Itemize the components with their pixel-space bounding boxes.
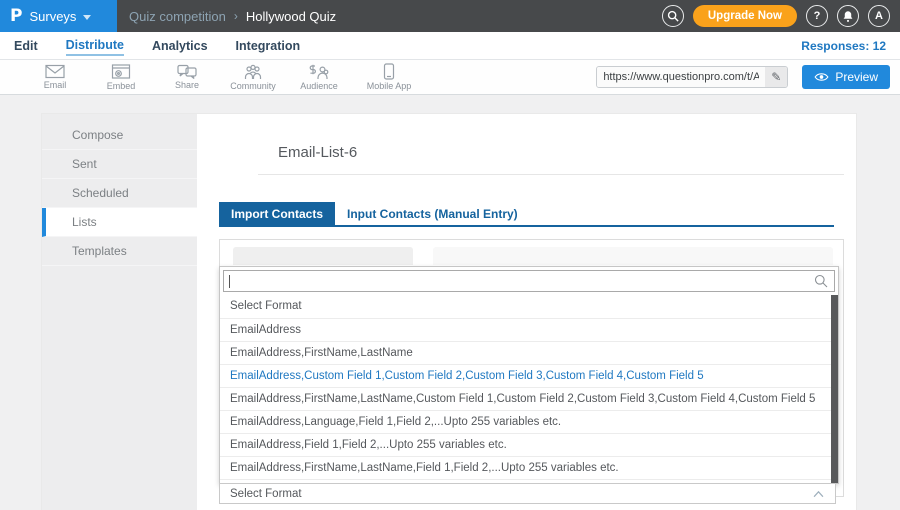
upgrade-now-button[interactable]: Upgrade Now bbox=[693, 5, 797, 27]
format-option[interactable]: EmailAddress,Field 1,Field 2,...Upto 255… bbox=[220, 433, 838, 456]
contacts-tab-bar: Import Contacts Input Contacts (Manual E… bbox=[219, 202, 834, 227]
format-option-highlighted[interactable]: EmailAddress,Custom Field 1,Custom Field… bbox=[220, 364, 838, 387]
responses-count[interactable]: Responses: 12 bbox=[801, 39, 886, 53]
import-subtab-right[interactable] bbox=[433, 247, 833, 265]
eye-icon bbox=[814, 72, 829, 82]
sidebar-item-lists[interactable]: Lists bbox=[42, 208, 197, 237]
toolbar-item-audience[interactable]: Audience bbox=[286, 64, 352, 91]
list-detail-content: Email-List-6 Import Contacts Input Conta… bbox=[197, 114, 856, 510]
nav-tab-distribute[interactable]: Distribute bbox=[66, 36, 124, 56]
breadcrumb-parent[interactable]: Quiz competition bbox=[129, 9, 226, 24]
toolbar-item-community[interactable]: Community bbox=[220, 64, 286, 91]
nav-tab-edit[interactable]: Edit bbox=[14, 37, 38, 55]
survey-nav: Edit Distribute Analytics Integration Re… bbox=[0, 32, 900, 60]
distribute-toolbar: Email Embed Share Community Audience Mob… bbox=[0, 60, 900, 95]
tab-import-contacts[interactable]: Import Contacts bbox=[219, 202, 335, 225]
survey-url-input[interactable] bbox=[597, 67, 765, 87]
surveys-product-menu[interactable]: P Surveys bbox=[0, 0, 117, 32]
questionpro-logo: P bbox=[10, 6, 22, 26]
scrollbar-thumb[interactable] bbox=[831, 295, 838, 484]
breadcrumb-current: Hollywood Quiz bbox=[246, 9, 336, 24]
toolbar-item-mobile-app[interactable]: Mobile App bbox=[352, 63, 426, 91]
sidebar-item-templates[interactable]: Templates bbox=[42, 237, 197, 266]
dropdown-search-input[interactable] bbox=[230, 275, 814, 287]
survey-url-field: ✎ bbox=[596, 66, 788, 88]
breadcrumb-separator: › bbox=[234, 9, 238, 23]
search-button[interactable] bbox=[662, 5, 684, 27]
select-format-control[interactable]: Select Format bbox=[219, 483, 836, 504]
product-name: Surveys bbox=[29, 9, 76, 24]
pencil-icon: ✎ bbox=[771, 70, 781, 84]
nav-tab-analytics[interactable]: Analytics bbox=[152, 37, 208, 55]
help-button[interactable]: ? bbox=[806, 5, 828, 27]
toolbar-item-label: Mobile App bbox=[367, 81, 412, 91]
page-body: Compose Sent Scheduled Lists Templates E… bbox=[0, 96, 900, 510]
list-header: Email-List-6 bbox=[258, 114, 844, 175]
chevron-up-icon bbox=[812, 490, 825, 498]
toolbar-item-label: Community bbox=[230, 81, 276, 91]
format-option[interactable]: EmailAddress,Language,Field 1,Field 2,..… bbox=[220, 410, 838, 433]
email-icon bbox=[45, 64, 65, 79]
format-option[interactable]: EmailAddress,FirstName,LastName bbox=[220, 341, 838, 364]
audience-icon bbox=[309, 64, 329, 80]
select-format-value: Select Format bbox=[220, 488, 812, 500]
edit-url-button[interactable]: ✎ bbox=[765, 67, 787, 87]
toolbar-item-email[interactable]: Email bbox=[22, 64, 88, 90]
format-option[interactable]: EmailAddress bbox=[220, 318, 838, 341]
question-mark-icon: ? bbox=[814, 10, 821, 22]
dropdown-search-box bbox=[223, 270, 835, 292]
top-bar: P Surveys Quiz competition › Hollywood Q… bbox=[0, 0, 900, 32]
avatar-initial: A bbox=[875, 10, 883, 22]
nav-tab-integration[interactable]: Integration bbox=[236, 37, 301, 55]
lists-card: Compose Sent Scheduled Lists Templates E… bbox=[41, 113, 857, 510]
toolbar-item-share[interactable]: Share bbox=[154, 64, 220, 90]
community-icon bbox=[243, 64, 263, 80]
format-dropdown-panel: Select Format EmailAddress EmailAddress,… bbox=[219, 266, 839, 484]
chevron-down-icon bbox=[83, 15, 91, 20]
toolbar-right: ✎ Preview bbox=[596, 65, 890, 89]
bell-icon bbox=[842, 10, 854, 23]
search-icon bbox=[814, 274, 828, 288]
format-options-list: Select Format EmailAddress EmailAddress,… bbox=[220, 295, 838, 484]
toolbar-item-embed[interactable]: Embed bbox=[88, 64, 154, 91]
tab-input-contacts-manual[interactable]: Input Contacts (Manual Entry) bbox=[335, 202, 530, 225]
app-window: P Surveys Quiz competition › Hollywood Q… bbox=[0, 0, 900, 510]
mobile-app-icon bbox=[383, 63, 395, 80]
format-option[interactable]: EmailAddress,FirstName,LastName,Field 1,… bbox=[220, 456, 838, 479]
email-sidebar: Compose Sent Scheduled Lists Templates bbox=[42, 114, 197, 510]
format-option[interactable]: Select Format bbox=[220, 295, 838, 318]
toolbar-item-label: Audience bbox=[300, 81, 338, 91]
sidebar-item-compose[interactable]: Compose bbox=[42, 121, 197, 150]
breadcrumb: Quiz competition › Hollywood Quiz bbox=[129, 9, 336, 24]
embed-icon bbox=[111, 64, 131, 80]
account-avatar[interactable]: A bbox=[868, 5, 890, 27]
page-title: Email-List-6 bbox=[258, 144, 844, 174]
toolbar-item-label: Share bbox=[175, 80, 199, 90]
import-subtab-left[interactable] bbox=[233, 247, 413, 265]
toolbar-item-label: Email bbox=[44, 80, 67, 90]
preview-label: Preview bbox=[835, 70, 878, 84]
sidebar-item-sent[interactable]: Sent bbox=[42, 150, 197, 179]
preview-button[interactable]: Preview bbox=[802, 65, 890, 89]
format-option[interactable]: EmailAddress,FirstName,LastName,Custom F… bbox=[220, 387, 838, 410]
search-icon bbox=[667, 10, 679, 22]
sidebar-item-scheduled[interactable]: Scheduled bbox=[42, 179, 197, 208]
toolbar-item-label: Embed bbox=[107, 81, 136, 91]
top-bar-actions: Upgrade Now ? A bbox=[662, 5, 900, 27]
notifications-button[interactable] bbox=[837, 5, 859, 27]
share-icon bbox=[177, 64, 197, 79]
